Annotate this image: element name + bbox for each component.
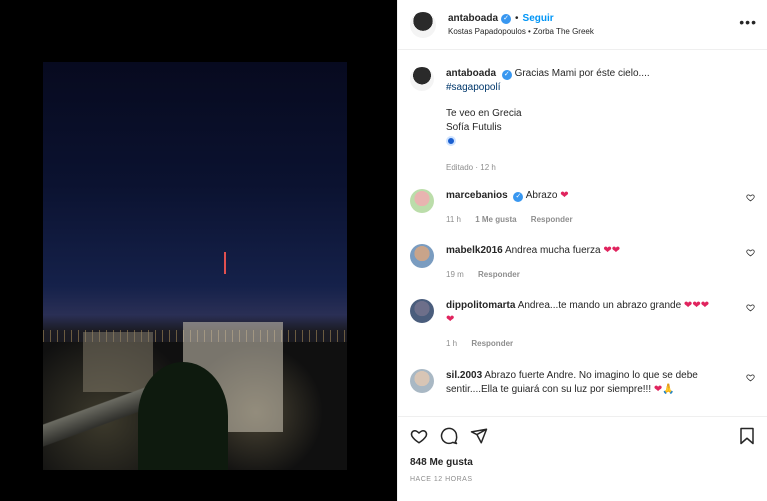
caption-text: Gracias Mami por éste cielo.... xyxy=(514,68,650,79)
nazar-eye-icon xyxy=(446,136,456,146)
comment-username[interactable]: sil.2003 xyxy=(446,370,482,381)
comment-item: sil.2003 Abrazo fuerte Andre. No imagino… xyxy=(410,369,755,397)
separator-dot: • xyxy=(515,13,519,24)
night-city-photo[interactable] xyxy=(43,62,347,470)
post-time[interactable]: HACE 12 HORAS xyxy=(410,476,755,483)
verified-icon: ✓ xyxy=(513,192,524,202)
comment-item: mabelk2016 Andrea mucha fuerza ❤❤ 19 m R… xyxy=(410,244,755,282)
avatar[interactable] xyxy=(410,299,434,323)
comment-time[interactable]: 19 m xyxy=(446,270,464,279)
avatar[interactable] xyxy=(410,11,436,38)
comment-text: Abrazo fuerte Andre. No imagino lo que s… xyxy=(484,370,698,381)
caption-username[interactable]: antaboada xyxy=(446,68,496,79)
caption-line: Te veo en Grecia xyxy=(446,108,522,119)
like-comment-heart-icon[interactable] xyxy=(746,193,755,202)
tree xyxy=(138,362,228,470)
like-comment-heart-icon[interactable] xyxy=(746,303,755,312)
like-comment-heart-icon[interactable] xyxy=(746,248,755,257)
comment-text-continued: sentir....Ella te guiará con su luz por … xyxy=(446,384,675,395)
author-username[interactable]: antaboada xyxy=(448,13,498,24)
comment-text: Andrea...te mando un abrazo grande ❤❤❤ xyxy=(517,300,710,311)
reply-button[interactable]: Responder xyxy=(531,215,573,224)
post-panel: antaboada ✓ • Seguir Kostas Papadopoulos… xyxy=(397,0,767,501)
audio-info[interactable]: Kostas Papadopoulos • Zorba The Greek xyxy=(448,27,594,36)
comment-item: dippolitomarta Andrea...te mando un abra… xyxy=(410,299,755,351)
post-header: antaboada ✓ • Seguir Kostas Papadopoulos… xyxy=(398,0,767,50)
comment-time[interactable]: 1 h xyxy=(446,339,457,348)
street xyxy=(43,380,153,450)
verified-icon: ✓ xyxy=(501,13,512,24)
like-comment-heart-icon[interactable] xyxy=(746,373,755,382)
comment-time[interactable]: 11 h xyxy=(446,215,461,224)
post-actions: 848 Me gusta HACE 12 HORAS xyxy=(398,416,767,483)
comment-text-continued: ❤ xyxy=(446,314,455,325)
avatar[interactable] xyxy=(410,244,434,268)
follow-button[interactable]: Seguir xyxy=(523,13,554,24)
share-icon[interactable] xyxy=(470,427,488,445)
comment-item: marcebanios ✓ Abrazo ❤ 11 h 1 Me gusta R… xyxy=(410,189,755,227)
avatar[interactable] xyxy=(410,369,434,393)
comment-username[interactable]: marcebanios xyxy=(446,190,508,201)
comment-username[interactable]: mabelk2016 xyxy=(446,245,503,256)
verified-icon: ✓ xyxy=(501,70,512,80)
caption-meta: Editado · 12 h xyxy=(446,163,496,172)
radio-tower xyxy=(224,252,226,274)
heart-icon[interactable] xyxy=(410,427,428,445)
caption: antaboada ✓ Gracias Mami por éste cielo.… xyxy=(410,67,755,175)
avatar[interactable] xyxy=(410,189,434,213)
comments-list[interactable]: antaboada ✓ Gracias Mami por éste cielo.… xyxy=(398,51,767,415)
comment-likes[interactable]: 1 Me gusta xyxy=(475,215,516,224)
post-media[interactable] xyxy=(0,0,397,501)
hashtag-link[interactable]: #sagapopolí xyxy=(446,81,755,95)
comment-text: Abrazo ❤ xyxy=(525,190,569,201)
bookmark-icon[interactable] xyxy=(739,427,755,445)
avatar[interactable] xyxy=(410,67,434,91)
comment-username[interactable]: dippolitomarta xyxy=(446,300,515,311)
reply-button[interactable]: Responder xyxy=(471,339,513,348)
likes-count[interactable]: 848 Me gusta xyxy=(410,457,755,468)
more-options-icon[interactable]: ••• xyxy=(739,14,757,30)
comment-text: Andrea mucha fuerza ❤❤ xyxy=(504,245,621,256)
caption-line: Sofía Futulis xyxy=(446,122,502,133)
reply-button[interactable]: Responder xyxy=(478,270,520,279)
comment-icon[interactable] xyxy=(440,427,458,445)
